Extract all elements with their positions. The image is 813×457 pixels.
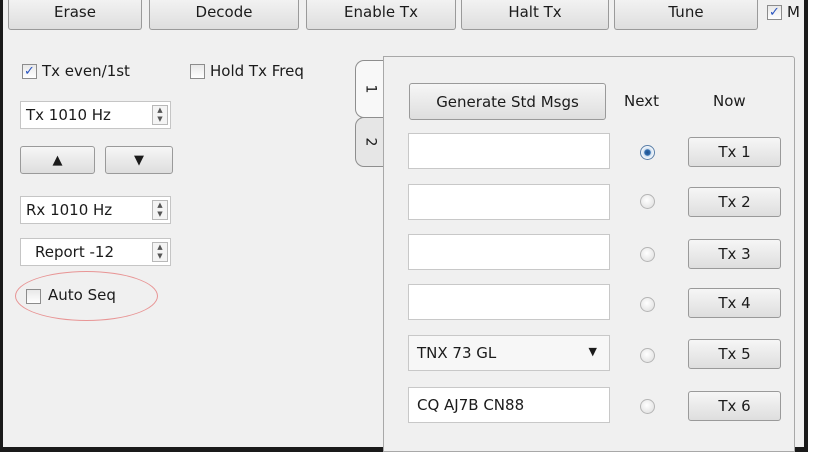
spin-down-icon[interactable]: ▼ bbox=[153, 115, 167, 124]
tx4-button[interactable]: Tx 4 bbox=[688, 288, 781, 318]
tx3-button[interactable]: Tx 3 bbox=[688, 239, 781, 269]
tune-button[interactable]: Tune bbox=[614, 0, 758, 30]
dropdown-arrow-icon[interactable]: ▼ bbox=[589, 345, 597, 358]
move-down-button[interactable]: ▼ bbox=[105, 146, 173, 174]
monitor-label: M bbox=[787, 3, 800, 21]
tx-freq-spin-arrows[interactable]: ▲ ▼ bbox=[152, 105, 168, 125]
tx5-message-value: TNX 73 GL bbox=[417, 344, 497, 362]
decode-button[interactable]: Decode bbox=[149, 0, 299, 30]
tx2-message-field[interactable] bbox=[408, 184, 610, 220]
tx6-button[interactable]: Tx 6 bbox=[688, 391, 781, 421]
spin-down-icon[interactable]: ▼ bbox=[153, 210, 167, 219]
tx5-next-radio[interactable] bbox=[640, 348, 655, 363]
tx2-button[interactable]: Tx 2 bbox=[688, 187, 781, 217]
check-mark-icon: ✓ bbox=[769, 5, 780, 20]
rx-freq-value: Rx 1010 Hz bbox=[26, 201, 113, 219]
tx-even-checkbox[interactable]: ✓ bbox=[22, 64, 37, 79]
tx1-next-radio[interactable] bbox=[640, 145, 655, 160]
tab-2[interactable]: 2 bbox=[355, 117, 385, 167]
report-spinbox[interactable]: Report -12 ▲ ▼ bbox=[20, 238, 171, 266]
rx-freq-spin-arrows[interactable]: ▲ ▼ bbox=[152, 200, 168, 220]
hold-tx-freq-checkbox[interactable] bbox=[190, 64, 205, 79]
tx5-message-dropdown[interactable]: TNX 73 GL ▼ bbox=[408, 335, 610, 371]
now-header: Now bbox=[713, 92, 746, 110]
tx6-message-field[interactable]: CQ AJ7B CN88 bbox=[408, 387, 610, 423]
next-header: Next bbox=[624, 92, 659, 110]
report-spin-arrows[interactable]: ▲ ▼ bbox=[152, 242, 168, 262]
check-mark-icon: ✓ bbox=[24, 64, 35, 79]
move-up-button[interactable]: ▲ bbox=[20, 146, 95, 174]
tx2-next-radio[interactable] bbox=[640, 194, 655, 209]
tab-2-label: 2 bbox=[362, 137, 379, 147]
highlight-circle bbox=[15, 271, 158, 321]
halt-tx-button[interactable]: Halt Tx bbox=[461, 0, 609, 30]
tx6-next-radio[interactable] bbox=[640, 399, 655, 414]
erase-button[interactable]: Erase bbox=[8, 0, 142, 30]
enable-tx-button[interactable]: Enable Tx bbox=[306, 0, 456, 30]
tx1-button[interactable]: Tx 1 bbox=[688, 137, 781, 167]
monitor-checkbox[interactable]: ✓ bbox=[767, 5, 782, 20]
tab-1-label: 1 bbox=[362, 84, 379, 94]
tx-freq-spinbox[interactable]: Tx 1010 Hz ▲ ▼ bbox=[20, 101, 171, 129]
spin-up-icon[interactable]: ▲ bbox=[153, 243, 167, 252]
rx-freq-spinbox[interactable]: Rx 1010 Hz ▲ ▼ bbox=[20, 196, 171, 224]
tx-freq-value: Tx 1010 Hz bbox=[26, 106, 111, 124]
tx5-button[interactable]: Tx 5 bbox=[688, 339, 781, 369]
tx4-next-radio[interactable] bbox=[640, 297, 655, 312]
tab-1[interactable]: 1 bbox=[355, 60, 385, 118]
generate-std-msgs-button[interactable]: Generate Std Msgs bbox=[409, 83, 606, 120]
tx-even-label: Tx even/1st bbox=[42, 62, 130, 80]
tx3-next-radio[interactable] bbox=[640, 247, 655, 262]
tx4-message-field[interactable] bbox=[408, 284, 610, 320]
tx1-message-field[interactable] bbox=[408, 133, 610, 169]
tx3-message-field[interactable] bbox=[408, 234, 610, 270]
spin-down-icon[interactable]: ▼ bbox=[153, 252, 167, 261]
spin-up-icon[interactable]: ▲ bbox=[153, 201, 167, 210]
hold-tx-freq-label: Hold Tx Freq bbox=[210, 62, 304, 80]
report-value: Report -12 bbox=[35, 243, 114, 261]
spin-up-icon[interactable]: ▲ bbox=[153, 106, 167, 115]
